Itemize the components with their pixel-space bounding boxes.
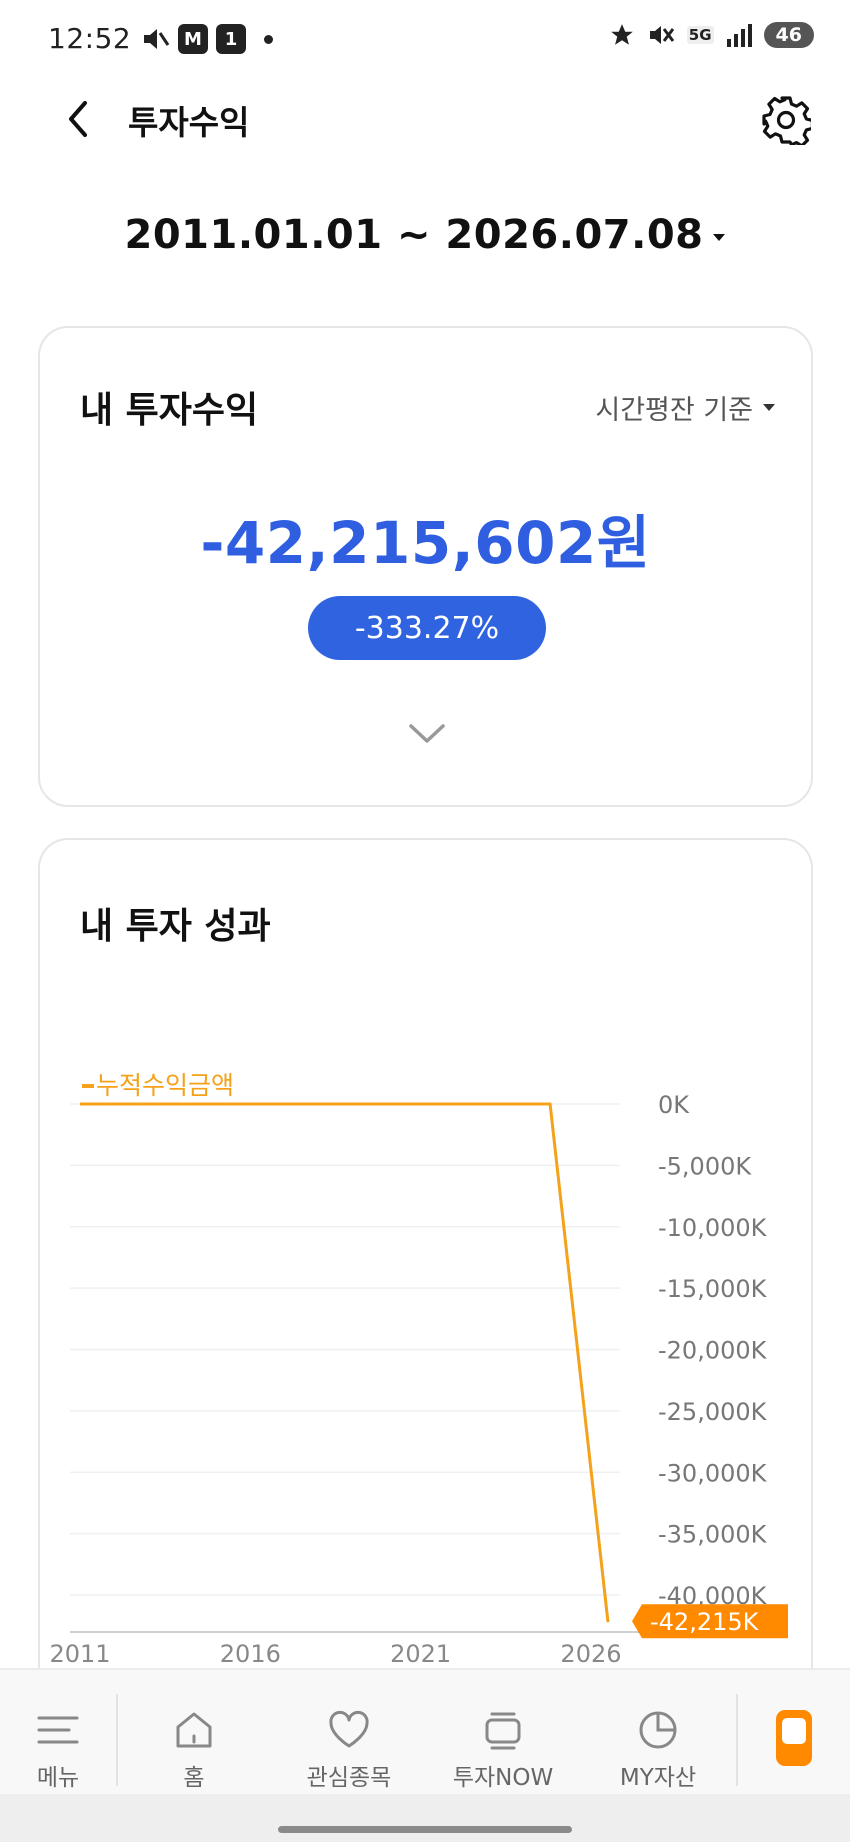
back-button[interactable] (56, 94, 100, 144)
performance-card: 내 투자 성과 0K -5,000K -10,000K -15,000K -20,000… (38, 838, 813, 1698)
nav-item-watchlist[interactable]: 관심종목 (290, 1670, 408, 1796)
network-5g-icon: 5G (686, 26, 714, 44)
m-stock-icon: M (178, 24, 208, 54)
y-tick-label: -5,000K (658, 1152, 752, 1180)
gesture-handle[interactable] (278, 1826, 572, 1833)
last-value-label: -42,215K (650, 1608, 760, 1636)
nav-divider (736, 1694, 738, 1786)
caret-down-icon (713, 234, 726, 241)
x-tick-label: 2021 (390, 1640, 451, 1668)
nav-label: 홈 (183, 1765, 205, 1791)
nav-label: MY자산 (619, 1765, 697, 1791)
profit-card-title: 내 투자수익 (80, 390, 259, 431)
chevron-left-icon (69, 101, 87, 137)
profit-summary-card: 내 투자수익 시간평잔 기준 -42,215,602원 -333.27% (38, 326, 813, 807)
page-title: 투자수익 (128, 103, 250, 142)
expand-button[interactable] (402, 714, 452, 754)
basis-label: 시간평잔 기준 (595, 395, 753, 426)
gear-icon (762, 96, 811, 145)
gesture-bar (0, 1794, 850, 1842)
phone-icon[interactable] (776, 1710, 812, 1766)
nav-item-my-assets[interactable]: MY자산 (604, 1670, 712, 1796)
performance-chart: 0K -5,000K -10,000K -15,000K -20,000K -25,000… (49, 1071, 788, 1668)
phone-screen (782, 1718, 806, 1744)
legend-label: 누적수익금액 (96, 1071, 234, 1100)
notification-one-icon: 1 (216, 24, 246, 54)
y-tick-label: -20,000K (658, 1337, 768, 1365)
pie-chart-icon (636, 1708, 680, 1752)
status-time: 12:52 (48, 22, 132, 55)
y-tick-label: -35,000K (658, 1521, 768, 1549)
nav-item-invest-now[interactable]: 투자NOW (444, 1670, 562, 1796)
caret-down-icon (763, 404, 775, 411)
profit-amount: -42,215,602원 (200, 509, 651, 577)
y-tick-label: -25,000K (658, 1398, 768, 1426)
nav-label: 관심종목 (306, 1765, 392, 1791)
home-icon (172, 1708, 216, 1752)
status-icons-left: M 1 (140, 24, 273, 54)
y-tick-label: 0K (658, 1091, 690, 1119)
nav-label: 투자NOW (452, 1765, 554, 1791)
nav-item-menu[interactable]: 메뉴 (18, 1670, 98, 1796)
vibrate-mute-icon (649, 26, 674, 44)
series-line (80, 1102, 610, 1623)
x-tick-label: 2026 (560, 1640, 621, 1668)
signal-icon (726, 24, 752, 47)
chevron-down-icon (409, 724, 445, 743)
date-range-text: 2011.01.01 ~ 2026.07.08 (124, 212, 704, 258)
layers-icon (481, 1708, 525, 1752)
y-tick-label: -10,000K (658, 1214, 768, 1242)
battery-icon: 46 (763, 22, 814, 48)
return-rate-badge: -333.27% (308, 596, 546, 660)
date-range-selector[interactable]: 2011.01.01 ~ 2026.07.08 (0, 212, 850, 258)
nav-label: 메뉴 (36, 1765, 80, 1791)
heart-icon (327, 1708, 371, 1752)
app-header: 투자수익 (0, 82, 850, 156)
menu-icon (36, 1708, 80, 1752)
star-icon (610, 24, 633, 45)
bottom-nav: 메뉴 홈 관심종목 투자NOW MY자산 (0, 1668, 850, 1794)
basis-dropdown[interactable]: 시간평잔 기준 (595, 388, 775, 427)
x-tick-label: 2011 (49, 1640, 110, 1668)
status-icons-right: 5G 46 (609, 22, 814, 48)
dot-icon (264, 34, 273, 44)
mute-icon (144, 29, 170, 49)
y-tick-label: -15,000K (658, 1275, 768, 1303)
settings-button[interactable] (758, 92, 814, 148)
nav-divider (116, 1694, 118, 1786)
x-tick-label: 2016 (220, 1640, 281, 1668)
status-bar: 12:52 M 1 5G 46 (0, 0, 850, 80)
nav-item-home[interactable]: 홈 (144, 1670, 244, 1796)
y-tick-label: -30,000K (658, 1459, 768, 1487)
